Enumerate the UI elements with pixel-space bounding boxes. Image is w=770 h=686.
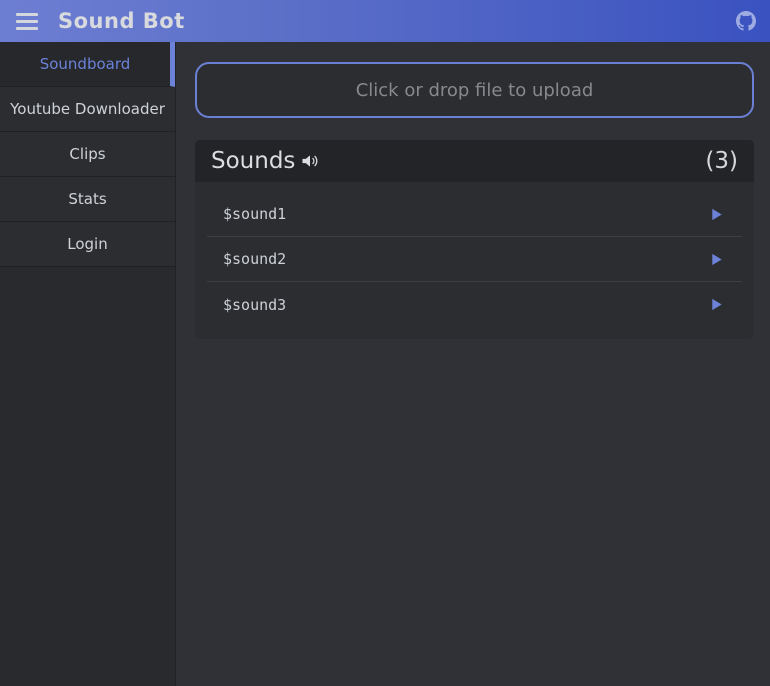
sounds-count: (3) xyxy=(705,148,738,174)
sounds-panel-header: Sounds (3) xyxy=(195,140,754,182)
sound-name: $sound2 xyxy=(223,250,286,268)
sidebar-item-label: Stats xyxy=(68,190,106,208)
speaker-volume-icon xyxy=(300,151,320,171)
sounds-title: Sounds xyxy=(211,148,295,174)
sound-list-item: $sound1 xyxy=(207,192,742,237)
sidebar-item-soundboard[interactable]: Soundboard xyxy=(0,42,175,87)
sound-name: $sound3 xyxy=(223,296,286,314)
sidebar-item-login[interactable]: Login xyxy=(0,222,175,267)
sidebar-item-youtube-downloader[interactable]: Youtube Downloader xyxy=(0,87,175,132)
play-icon[interactable] xyxy=(707,295,726,314)
sound-name: $sound1 xyxy=(223,205,286,223)
sound-list-item: $sound2 xyxy=(207,237,742,282)
sidebar-item-label: Login xyxy=(67,235,107,253)
github-icon[interactable] xyxy=(736,11,756,31)
file-upload-dropzone[interactable]: Click or drop file to upload xyxy=(195,62,754,118)
sidebar-item-label: Youtube Downloader xyxy=(10,100,165,118)
app-title: Sound Bot xyxy=(58,9,185,33)
play-icon[interactable] xyxy=(707,250,726,269)
top-navbar: Sound Bot xyxy=(0,0,770,42)
sidebar-item-stats[interactable]: Stats xyxy=(0,177,175,222)
hamburger-menu-icon[interactable] xyxy=(10,6,44,36)
sound-list-item: $sound3 xyxy=(207,282,742,327)
play-icon[interactable] xyxy=(707,205,726,224)
main-content: Click or drop file to upload Sounds (3) … xyxy=(176,42,770,686)
sidebar-item-label: Clips xyxy=(69,145,105,163)
sounds-panel: Sounds (3) $sound1 xyxy=(195,140,754,339)
sounds-list: $sound1 $sound2 $sound3 xyxy=(195,182,754,339)
sidebar: Soundboard Youtube Downloader Clips Stat… xyxy=(0,42,176,686)
sidebar-item-clips[interactable]: Clips xyxy=(0,132,175,177)
upload-label: Click or drop file to upload xyxy=(356,80,594,101)
sidebar-item-label: Soundboard xyxy=(40,55,131,73)
